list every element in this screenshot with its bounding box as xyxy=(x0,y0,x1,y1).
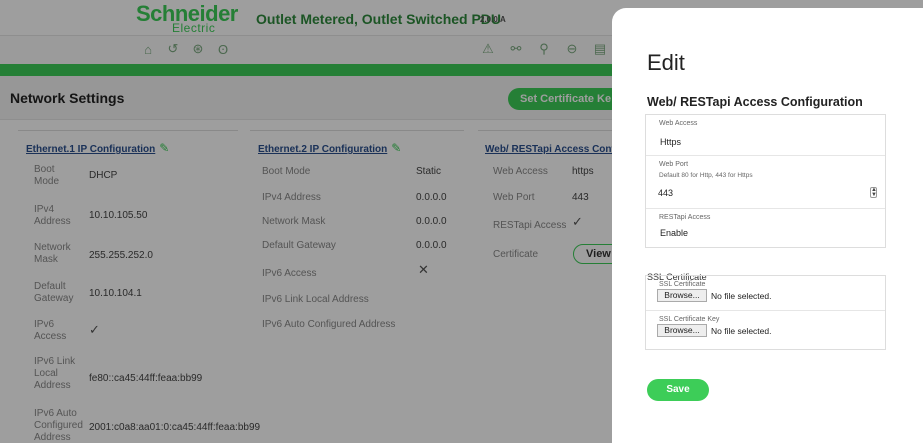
ssl-cert-file-status: No file selected. xyxy=(711,290,772,301)
ssl-key-field: SSL Certificate Key Browse... No file se… xyxy=(646,311,885,349)
restapi-field-label: RESTapi Access xyxy=(659,214,711,221)
save-button[interactable]: Save xyxy=(647,379,709,401)
ssl-key-label: SSL Certificate Key xyxy=(659,316,720,323)
web-access-field-label: Web Access xyxy=(659,120,698,127)
ssl-cert-browse-button[interactable]: Browse... xyxy=(657,289,707,302)
ssl-form: SSL Certificate Browse... No file select… xyxy=(645,275,886,350)
edit-side-panel: Edit Web/ RESTapi Access Configuration W… xyxy=(612,8,923,443)
web-access-select[interactable]: Https xyxy=(660,137,681,147)
restapi-access-field[interactable]: RESTapi Access Enable xyxy=(646,209,885,247)
panel-title: Edit xyxy=(647,50,685,75)
ssl-key-browse-button[interactable]: Browse... xyxy=(657,324,707,337)
stepper-icon[interactable]: ▲ ▼ xyxy=(870,187,877,198)
ssl-cert-label: SSL Certificate xyxy=(659,281,706,288)
web-port-field[interactable]: Web Port Default 80 for Http, 443 for Ht… xyxy=(646,156,885,209)
web-port-field-label: Web Port xyxy=(659,161,689,168)
ssl-certificate-field: SSL Certificate Browse... No file select… xyxy=(646,276,885,311)
ssl-key-file-status: No file selected. xyxy=(711,325,772,336)
web-access-field[interactable]: Web Access Https xyxy=(646,115,885,156)
restapi-access-select[interactable]: Enable xyxy=(660,228,688,238)
panel-subtitle: Web/ RESTapi Access Configuration xyxy=(647,95,863,109)
web-port-hint: Default 80 for Http, 443 for Https xyxy=(659,172,753,179)
web-config-form: Web Access Https Web Port Default 80 for… xyxy=(645,114,886,248)
web-port-input[interactable]: 443 xyxy=(658,188,673,198)
